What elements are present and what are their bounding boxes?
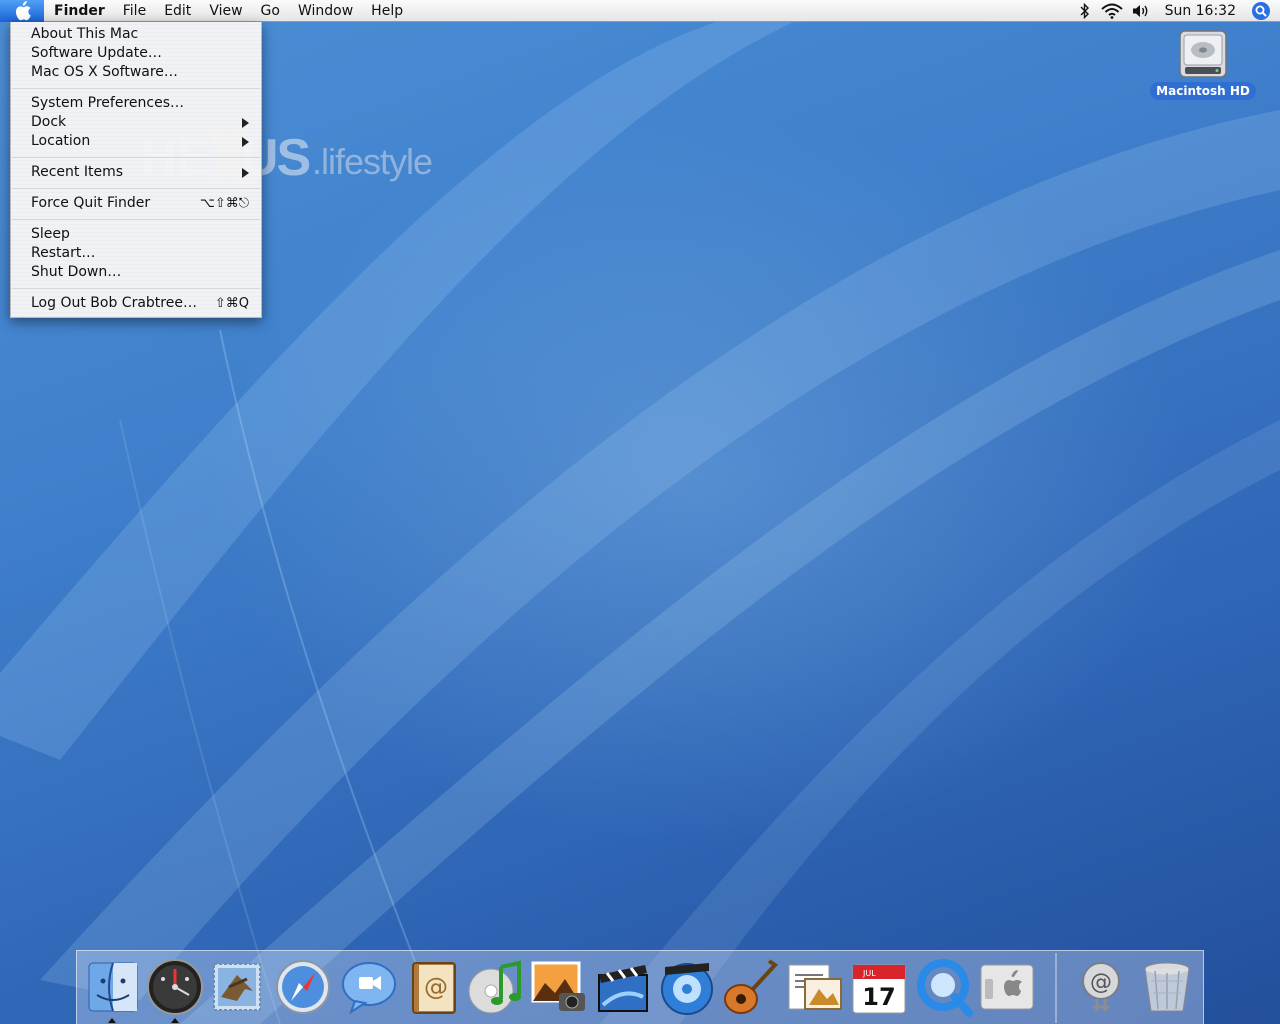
- menu-item-label: Sleep: [31, 226, 70, 242]
- safari-icon: [276, 960, 330, 1014]
- dock-item-dashboard[interactable]: [145, 957, 205, 1017]
- menu-item-label: Recent Items: [31, 164, 123, 180]
- menu-bar: Finder File Edit View Go Window Help Sun…: [0, 0, 1280, 22]
- apple-menu-button[interactable]: [0, 0, 44, 22]
- finder-icon: [88, 962, 138, 1012]
- menu-item-label: About This Mac: [31, 26, 139, 42]
- wifi-icon[interactable]: [1097, 0, 1127, 22]
- ical-day: 17: [862, 983, 895, 1011]
- menu-item-shut-down[interactable]: Shut Down…: [11, 263, 261, 282]
- menu-separator: [12, 188, 260, 189]
- apple-icon: [15, 0, 31, 20]
- running-indicator: [108, 1018, 116, 1023]
- spotlight-icon[interactable]: [1250, 0, 1272, 22]
- hard-drive-icon: [1179, 30, 1227, 78]
- bluetooth-icon[interactable]: [1073, 0, 1097, 22]
- ical-month: JUL: [862, 969, 876, 978]
- dock-item-system-preferences[interactable]: [977, 957, 1037, 1017]
- quicktime-icon: [917, 959, 973, 1017]
- menu-item-recent-items[interactable]: Recent Items: [11, 163, 261, 182]
- idvd-icon: [661, 963, 713, 1015]
- submenu-arrow-icon: [242, 118, 249, 128]
- dock-item-garageband[interactable]: [719, 957, 779, 1017]
- dock: @ JUL 17 @: [76, 950, 1204, 1024]
- submenu-arrow-icon: [242, 137, 249, 147]
- menu-item-label: Location: [31, 133, 91, 149]
- svg-text:@: @: [1090, 970, 1112, 995]
- menu-item-shortcut: ⌥⇧⌘⎋: [199, 196, 249, 211]
- menu-item-label: Shut Down…: [31, 264, 122, 280]
- running-indicator: [171, 1018, 179, 1023]
- dashboard-icon: [147, 959, 203, 1015]
- menu-item-about-this-mac[interactable]: About This Mac: [11, 25, 261, 44]
- menu-item-label: Log Out Bob Crabtree…: [31, 295, 197, 311]
- menu-extras: Sun 16:32: [1073, 0, 1280, 22]
- dock-item-iphoto[interactable]: [529, 957, 589, 1017]
- dock-item-safari[interactable]: [273, 957, 333, 1017]
- garageband-icon: [724, 959, 779, 1014]
- address-book-icon: @: [412, 962, 456, 1014]
- dock-item-trash[interactable]: [1137, 957, 1197, 1017]
- dock-item-internet-location[interactable]: @: [1071, 957, 1131, 1017]
- menu-item-label: Software Update…: [31, 45, 162, 61]
- menu-item-sleep[interactable]: Sleep: [11, 225, 261, 244]
- imovie-icon: [598, 965, 648, 1012]
- dock-item-ical[interactable]: JUL 17: [849, 957, 909, 1017]
- menu-item-mac-os-x-software[interactable]: Mac OS X Software…: [11, 63, 261, 82]
- submenu-arrow-icon: [242, 168, 249, 178]
- internet-location-icon: @: [1082, 962, 1120, 1011]
- ical-icon: JUL 17: [852, 964, 906, 1014]
- itunes-icon: [468, 960, 521, 1014]
- menu-finder[interactable]: Finder: [44, 0, 114, 22]
- menu-item-restart[interactable]: Restart…: [11, 244, 261, 263]
- menu-window[interactable]: Window: [289, 0, 362, 22]
- dock-item-ichat[interactable]: [339, 957, 399, 1017]
- menu-view[interactable]: View: [200, 0, 251, 22]
- menu-item-label: Force Quit Finder: [31, 195, 151, 211]
- menu-item-location[interactable]: Location: [11, 132, 261, 151]
- dock-item-imovie[interactable]: [593, 957, 653, 1017]
- menu-help[interactable]: Help: [362, 0, 412, 22]
- menu-go[interactable]: Go: [252, 0, 289, 22]
- dock-item-preview[interactable]: [785, 957, 845, 1017]
- dock-divider: [1055, 953, 1057, 1023]
- menu-separator: [12, 288, 260, 289]
- menu-item-label: Mac OS X Software…: [31, 64, 178, 80]
- dock-item-mail[interactable]: [207, 957, 267, 1017]
- ichat-icon: [342, 962, 396, 1015]
- trash-icon: [1144, 962, 1190, 1012]
- svg-text:@: @: [424, 973, 448, 1001]
- menu-item-label: System Preferences…: [31, 95, 184, 111]
- menu-item-force-quit-finder[interactable]: Force Quit Finder ⌥⇧⌘⎋: [11, 194, 261, 213]
- menu-item-label: Restart…: [31, 245, 96, 261]
- iphoto-icon: [531, 961, 585, 1011]
- menu-separator: [12, 219, 260, 220]
- desktop-icon-label: Macintosh HD: [1150, 82, 1256, 100]
- menu-separator: [12, 88, 260, 89]
- menu-separator: [12, 157, 260, 158]
- menu-item-label: Dock: [31, 114, 67, 130]
- dock-item-address-book[interactable]: @: [403, 957, 463, 1017]
- apple-menu-dropdown: About This Mac Software Update… Mac OS X…: [10, 22, 262, 318]
- system-preferences-icon: [980, 964, 1034, 1010]
- menu-item-log-out[interactable]: Log Out Bob Crabtree… ⇧⌘Q: [11, 294, 261, 313]
- dock-item-quicktime[interactable]: [915, 957, 975, 1017]
- dock-item-idvd[interactable]: [657, 957, 717, 1017]
- menu-file[interactable]: File: [114, 0, 155, 22]
- menu-item-software-update[interactable]: Software Update…: [11, 44, 261, 63]
- desktop-icon-macintosh-hd[interactable]: Macintosh HD: [1150, 28, 1256, 102]
- menu-item-system-preferences[interactable]: System Preferences…: [11, 94, 261, 113]
- dock-item-itunes[interactable]: [465, 957, 525, 1017]
- preview-icon: [788, 964, 842, 1010]
- mail-icon: [213, 963, 261, 1011]
- menu-item-shortcut: ⇧⌘Q: [214, 296, 249, 311]
- menu-edit[interactable]: Edit: [155, 0, 200, 22]
- dock-item-finder[interactable]: [83, 957, 143, 1017]
- menu-clock[interactable]: Sun 16:32: [1155, 0, 1250, 22]
- menu-item-dock[interactable]: Dock: [11, 113, 261, 132]
- volume-icon[interactable]: [1127, 0, 1155, 22]
